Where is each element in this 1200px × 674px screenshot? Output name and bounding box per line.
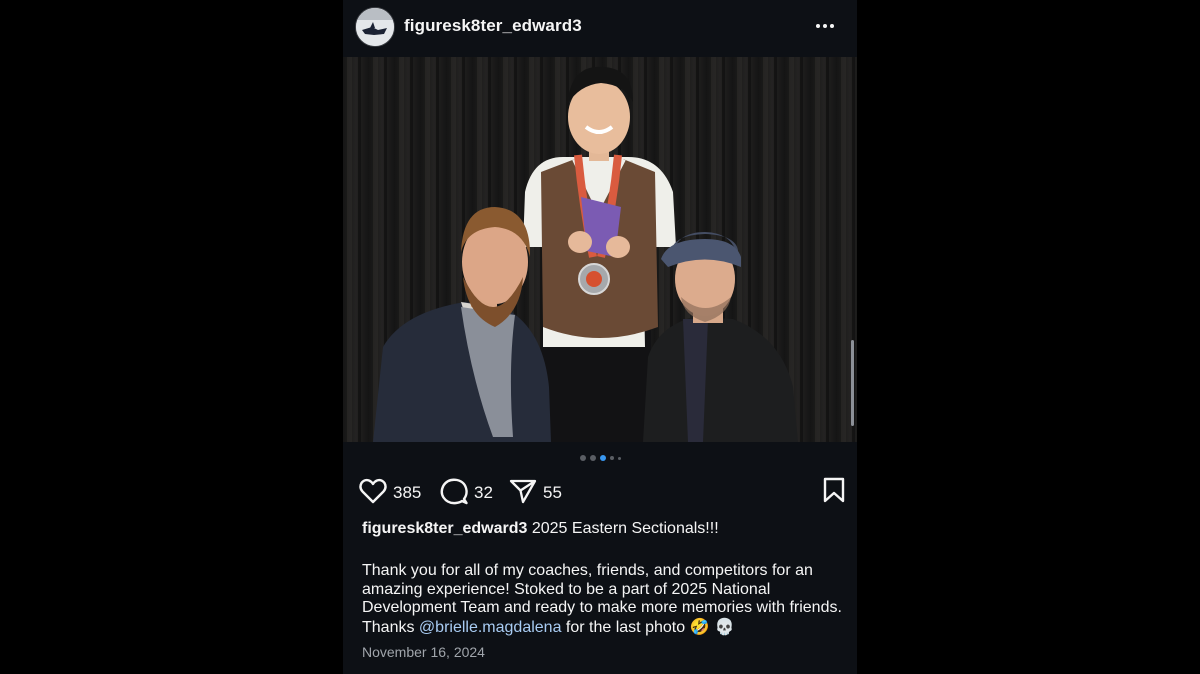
photo-scrollbar[interactable] <box>851 340 854 426</box>
post-username[interactable]: figuresk8ter_edward3 <box>404 16 582 36</box>
carousel-indicator <box>343 455 857 465</box>
like-count: 385 <box>393 483 422 502</box>
instagram-post: figuresk8ter_edward3 385 32 55 figuresk8… <box>343 0 857 674</box>
avatar[interactable] <box>355 7 395 47</box>
carousel-dot <box>617 456 621 460</box>
more-dot <box>823 24 827 28</box>
comment-count: 32 <box>474 483 493 502</box>
more-options-button[interactable] <box>813 14 843 38</box>
caption-emojis: 🤣 💀 <box>689 616 735 636</box>
heart-icon <box>359 478 387 504</box>
more-dot <box>830 24 834 28</box>
carousel-dot <box>589 455 596 461</box>
post-header: figuresk8ter_edward3 <box>343 0 857 56</box>
carousel-dot <box>579 455 586 461</box>
send-icon <box>509 479 537 504</box>
bookmark-icon <box>823 477 845 503</box>
avatar-image <box>356 8 394 46</box>
share-count: 55 <box>543 483 562 502</box>
mention-link[interactable]: @brielle.magdalena <box>419 619 562 636</box>
caption-headline: figuresk8ter_edward3 2025 Eastern Sectio… <box>362 520 842 538</box>
caption-body: Thank you for all of my coaches, friends… <box>362 562 842 637</box>
bookmark-button[interactable] <box>822 476 846 509</box>
carousel-dot <box>609 456 614 460</box>
caption-body-end: for the last photo <box>565 618 686 636</box>
caption-username[interactable]: figuresk8ter_edward3 <box>362 520 527 537</box>
carousel-dot-active <box>599 455 606 461</box>
post-actions: 385 32 55 <box>359 476 846 509</box>
post-photo[interactable] <box>343 57 857 442</box>
caption-headline-text: 2025 Eastern Sectionals!!! <box>531 520 719 537</box>
photo-image <box>343 57 857 442</box>
more-horizontal-icon <box>816 24 820 28</box>
post-date: November 16, 2024 <box>362 644 485 660</box>
comment-icon <box>440 478 468 505</box>
